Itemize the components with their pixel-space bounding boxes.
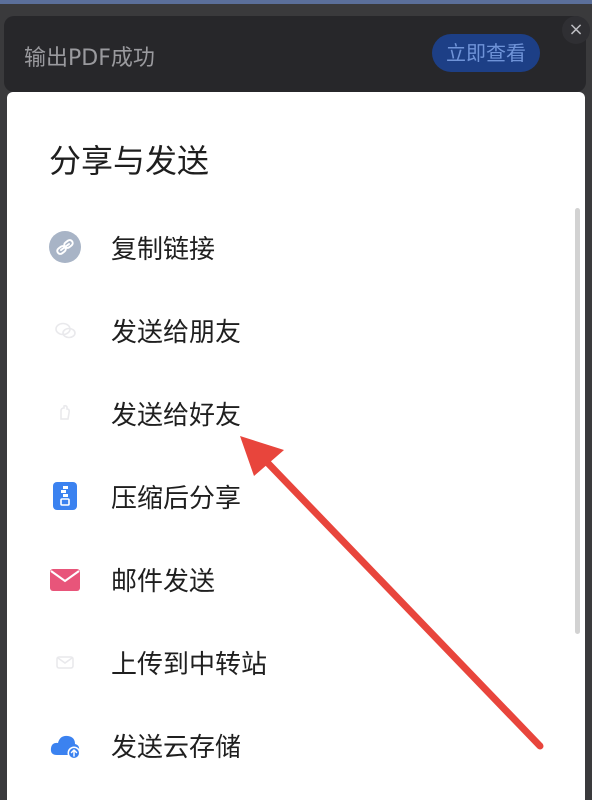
share-item-email[interactable]: 邮件发送 [7, 549, 567, 609]
share-send-sheet: 分享与发送 复制链接 发送给朋友 发送给好友 压缩后分享 邮件发送 上传到中转站… [7, 92, 585, 800]
cloud-upload-icon [49, 729, 81, 761]
view-now-button[interactable]: 立即查看 [432, 34, 540, 72]
top-edge-strip [0, 0, 592, 4]
share-item-zip-share[interactable]: 压缩后分享 [7, 466, 567, 526]
share-item-label: 压缩后分享 [111, 484, 242, 514]
share-item-transfer-station[interactable]: 上传到中转站 [7, 632, 567, 692]
toast-close-icon[interactable]: × [562, 16, 590, 44]
zip-icon [49, 480, 81, 512]
share-item-label: 发送云存储 [111, 733, 242, 763]
share-item-send-contact[interactable]: 发送给好友 [7, 383, 567, 443]
contact-icon [49, 397, 81, 429]
share-item-label: 上传到中转站 [111, 650, 268, 680]
share-item-label: 发送给朋友 [111, 318, 242, 348]
share-item-label: 发送给好友 [111, 401, 242, 431]
share-item-cloud-storage[interactable]: 发送云存储 [7, 715, 567, 775]
toast-message: 输出PDF成功 [24, 46, 155, 71]
share-item-copy-link[interactable]: 复制链接 [7, 217, 567, 277]
share-item-send-friend[interactable]: 发送给朋友 [7, 300, 567, 360]
sheet-title: 分享与发送 [49, 142, 210, 180]
share-item-label: 复制链接 [111, 235, 216, 265]
export-success-toast: 输出PDF成功 立即查看 [4, 16, 586, 92]
share-item-label: 邮件发送 [111, 567, 216, 597]
transfer-icon [49, 646, 81, 678]
mail-icon [49, 563, 81, 595]
friend-icon [49, 314, 81, 346]
scrollbar[interactable] [575, 208, 580, 634]
link-icon [49, 231, 81, 263]
